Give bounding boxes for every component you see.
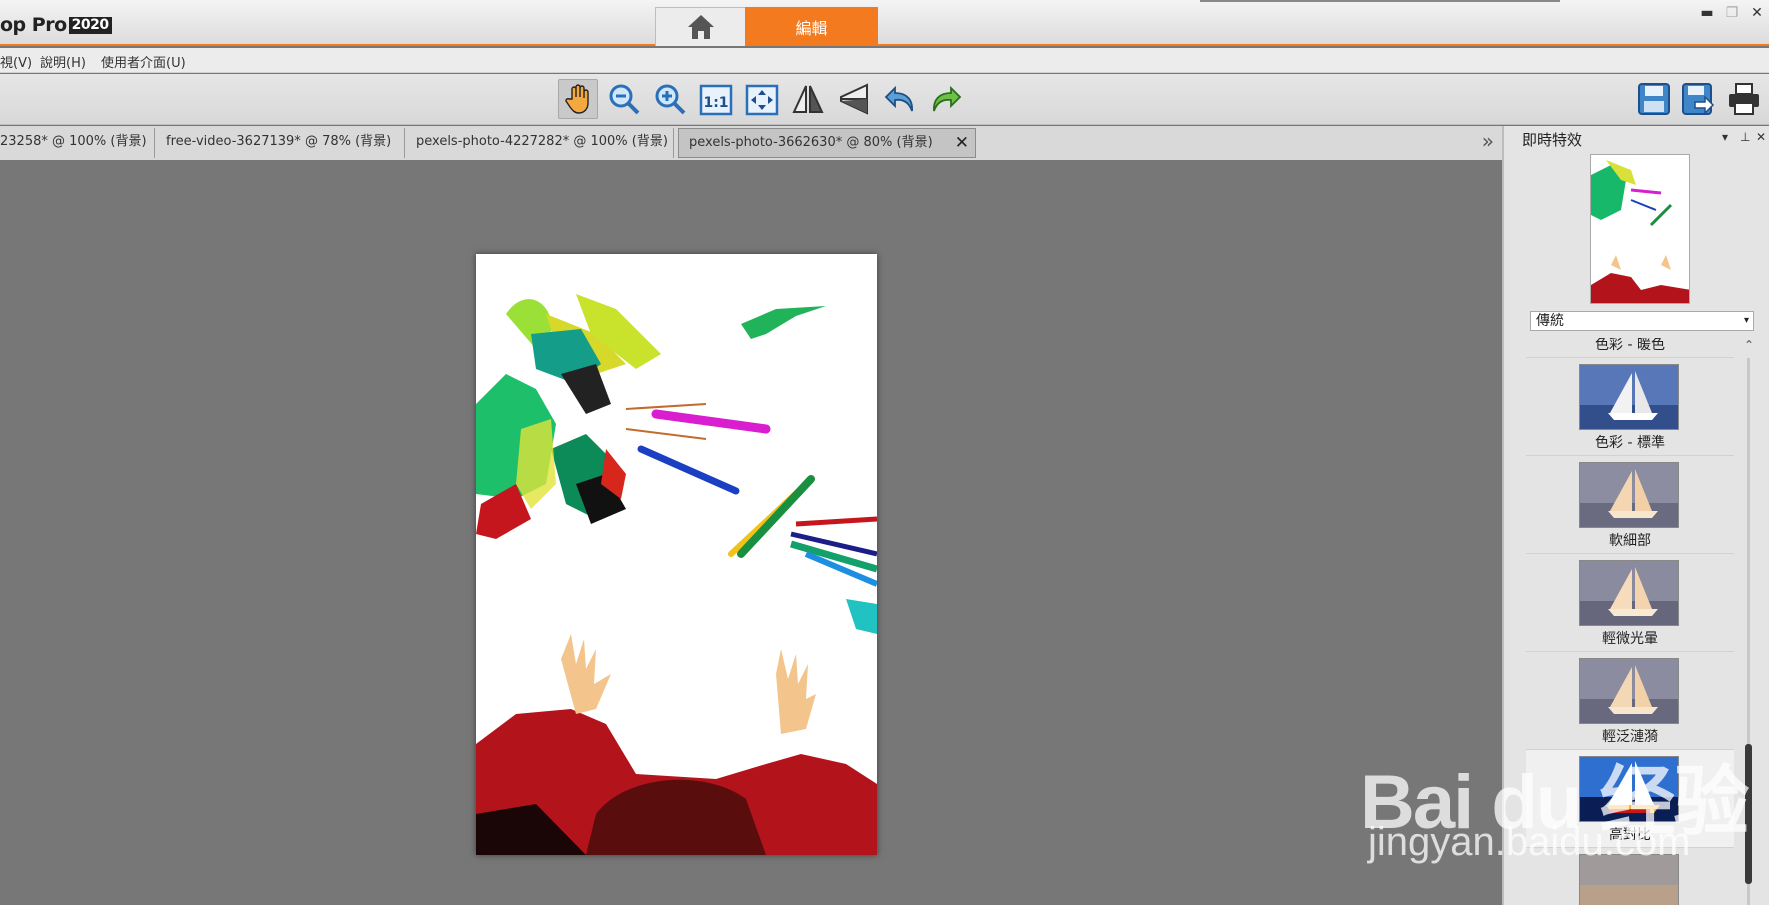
instant-effects-panel: 即時特效 ▾ ⊥ ✕ 傳統 ▾ 色彩 - 暖色 色彩 - 標準 軟細部 輕微光暈… <box>1502 126 1769 905</box>
close-window-button[interactable]: ✕ <box>1746 3 1768 23</box>
effect-thumbnail <box>1579 854 1679 905</box>
panel-close-icon[interactable]: ✕ <box>1756 130 1766 144</box>
title-stripe <box>1200 0 1560 2</box>
app-year-badge: 2020 <box>68 17 112 34</box>
menu-help[interactable]: 說明(H) <box>40 52 86 71</box>
menu-view[interactable]: 視(V) <box>0 52 32 71</box>
actual-size-1-1-icon: 1:1 <box>699 84 733 116</box>
effect-thumbnail <box>1579 658 1679 724</box>
effect-thumbnail <box>1579 364 1679 430</box>
sailboat-image <box>1580 463 1678 527</box>
undo-icon <box>884 85 913 112</box>
preview-image <box>1591 155 1689 303</box>
preset-select-value: 傳統 <box>1536 313 1564 329</box>
effect-list: 色彩 - 暖色 色彩 - 標準 軟細部 輕微光暈 輕泛漣漪 高對比 <box>1526 338 1734 905</box>
effect-thumbnail <box>1579 462 1679 528</box>
doc-tab-3[interactable]: pexels-photo-4227282* @ 100% (背景) <box>416 128 674 158</box>
effect-slight-glow[interactable]: 輕微光暈 <box>1526 554 1734 652</box>
canvas-area[interactable] <box>0 160 1502 905</box>
chevron-down-icon: ▾ <box>1743 315 1749 326</box>
print-icon <box>1729 83 1759 115</box>
pan-tool-button[interactable] <box>558 79 598 119</box>
title-bar: op Pro 2020 編輯 ▬ ❐ ✕ <box>0 0 1769 46</box>
effect-next[interactable] <box>1526 848 1734 905</box>
app-name: op Pro <box>0 14 67 36</box>
sailboat-image <box>1580 365 1678 429</box>
sailboat-image <box>1580 659 1678 723</box>
flip-vertical-icon <box>840 83 868 115</box>
panel-title: 即時特效 <box>1522 131 1583 149</box>
effect-label: 色彩 - 標準 <box>1595 435 1665 451</box>
tabs-scroll-icon[interactable]: » <box>1482 129 1494 153</box>
doc-tab-1[interactable]: 23258* @ 100% (背景) <box>0 128 155 158</box>
home-tab[interactable] <box>655 7 746 46</box>
actual-size-button[interactable]: 1:1 <box>696 79 736 119</box>
save-icon <box>1638 83 1670 115</box>
panel-pin-icon[interactable]: ⊥ <box>1740 130 1750 144</box>
effect-thumbnail <box>1579 756 1679 822</box>
fit-to-window-icon <box>745 84 779 116</box>
effect-label: 色彩 - 暖色 <box>1595 338 1665 353</box>
minimize-button[interactable]: ▬ <box>1696 3 1718 23</box>
zoom-out-icon <box>609 84 640 115</box>
document-tabs: 23258* @ 100% (背景) free-video-3627139* @… <box>0 126 1502 160</box>
save-button[interactable] <box>1634 79 1674 119</box>
effect-label: 輕泛漣漪 <box>1602 729 1658 745</box>
zoom-in-button[interactable] <box>650 79 690 119</box>
doc-tab-label: pexels-photo-4227282* @ 100% (背景) <box>416 134 668 149</box>
home-icon <box>687 15 714 39</box>
effect-high-contrast[interactable]: 高對比 <box>1526 750 1734 848</box>
save-as-icon <box>1682 83 1715 115</box>
panel-menu-icon[interactable]: ▾ <box>1722 130 1728 144</box>
close-tab-icon[interactable]: ✕ <box>955 129 969 157</box>
preset-category-select[interactable]: 傳統 ▾ <box>1530 311 1754 331</box>
flip-horizontal-icon <box>792 85 824 113</box>
menu-user-interface[interactable]: 使用者介面(U) <box>101 52 186 71</box>
menu-bar: 視(V) 說明(H) 使用者介面(U) <box>0 48 1769 73</box>
effect-label: 軟細部 <box>1609 533 1651 549</box>
sailboat-image <box>1580 757 1678 821</box>
undo-button[interactable] <box>880 79 920 119</box>
zoom-in-icon <box>655 84 686 115</box>
blurred-image <box>1580 855 1678 905</box>
actual-size-label: 1:1 <box>703 95 728 111</box>
flip-horizontal-button[interactable] <box>788 79 828 119</box>
doc-tab-label: 23258* @ 100% (背景) <box>0 134 147 149</box>
flip-vertical-button[interactable] <box>834 79 874 119</box>
effect-warm[interactable]: 色彩 - 暖色 <box>1526 338 1734 358</box>
doc-tab-label: pexels-photo-3662630* @ 80% (背景) <box>689 135 933 150</box>
effect-label: 高對比 <box>1609 827 1651 843</box>
effect-soft-detail[interactable]: 軟細部 <box>1526 456 1734 554</box>
effect-thumbnail <box>1579 560 1679 626</box>
effect-list-scrollbar[interactable]: ⌃ <box>1742 338 1760 905</box>
edited-photo[interactable] <box>476 254 877 855</box>
print-button[interactable] <box>1724 79 1764 119</box>
effect-label: 輕微光暈 <box>1602 631 1658 647</box>
redo-icon <box>933 85 962 112</box>
app-title: op Pro 2020 <box>0 14 112 36</box>
toolbar: 1:1 <box>0 74 1769 125</box>
doc-tab-active[interactable]: pexels-photo-3662630* @ 80% (背景) ✕ <box>678 128 976 158</box>
sailboat-image <box>1580 561 1678 625</box>
photo-image <box>476 254 877 855</box>
zoom-out-button[interactable] <box>604 79 644 119</box>
fit-window-button[interactable] <box>742 79 782 119</box>
edit-tab[interactable]: 編輯 <box>745 7 878 46</box>
restore-button[interactable]: ❐ <box>1721 3 1743 23</box>
doc-tab-2[interactable]: free-video-3627139* @ 78% (背景) <box>166 128 405 158</box>
effect-preview-thumbnail <box>1590 154 1690 304</box>
pan-hand-icon <box>565 84 589 114</box>
effect-standard[interactable]: 色彩 - 標準 <box>1526 358 1734 456</box>
save-as-button[interactable] <box>1678 79 1718 119</box>
effect-light-ripple[interactable]: 輕泛漣漪 <box>1526 652 1734 750</box>
scroll-up-icon[interactable]: ⌃ <box>1744 338 1754 352</box>
doc-tab-label: free-video-3627139* @ 78% (背景) <box>166 134 392 149</box>
scroll-thumb[interactable] <box>1745 744 1752 884</box>
redo-button[interactable] <box>926 79 966 119</box>
